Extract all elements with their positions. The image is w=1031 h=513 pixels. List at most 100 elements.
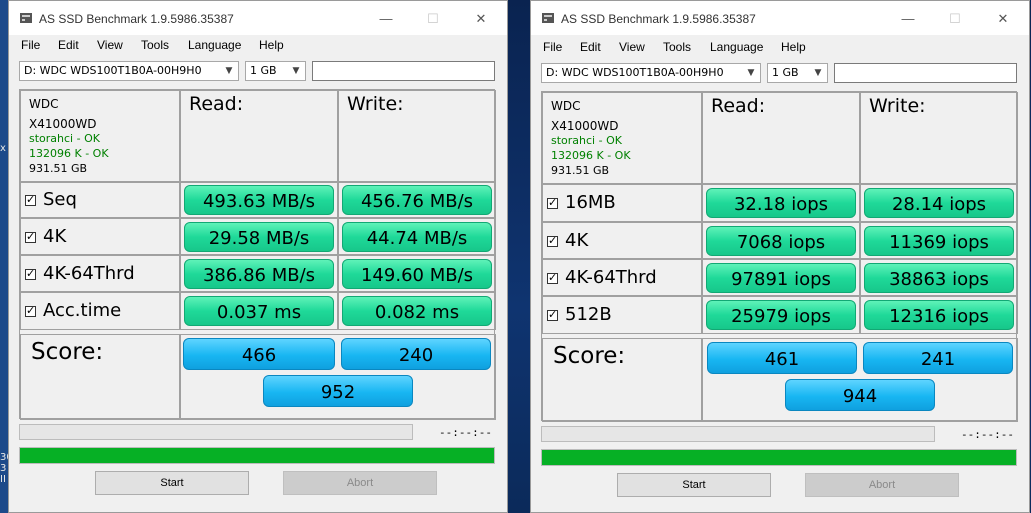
menu-view[interactable]: View [619, 40, 645, 54]
overall-progress-bar [541, 449, 1017, 466]
read-cell: 386.86 MB/s [180, 255, 338, 292]
menu-file[interactable]: File [543, 40, 562, 54]
test-progress-bar [19, 424, 413, 440]
row-label-cell: 4K [20, 218, 180, 255]
maximize-icon[interactable]: ☐ [419, 9, 447, 29]
desktop-glyph: II [0, 474, 6, 485]
read-cell: 25979 iops [702, 296, 860, 334]
row-checkbox[interactable] [25, 267, 36, 280]
write-cell: 0.082 ms [338, 292, 496, 330]
row-label: 512B [565, 304, 612, 325]
benchmark-window-mbs: AS SSD Benchmark 1.9.5986.35387 — ☐ ✕ Fi… [8, 0, 508, 513]
drive-select-value: D: WDC WDS100T1B0A-00H9H0 [24, 64, 202, 77]
alignment-status: 132096 K - OK [29, 147, 109, 160]
drive-name-input[interactable] [312, 61, 495, 81]
write-header: Write: [869, 95, 926, 117]
window-title: AS SSD Benchmark 1.9.5986.35387 [561, 12, 756, 26]
drive-model: X41000WD [29, 117, 97, 131]
size-select-value: 1 GB [250, 64, 277, 77]
size-select[interactable]: 1 GB ▼ [767, 63, 828, 83]
write-header-cell: Write: [338, 90, 496, 182]
abort-button[interactable]: Abort [805, 473, 959, 497]
abort-button[interactable]: Abort [283, 471, 437, 495]
row-label-cell: 4K [542, 222, 702, 259]
drive-name-input[interactable] [834, 63, 1017, 83]
size-select-value: 1 GB [772, 66, 799, 79]
menu-edit[interactable]: Edit [580, 40, 601, 54]
window-title: AS SSD Benchmark 1.9.5986.35387 [39, 12, 234, 26]
chevron-down-icon: ▼ [747, 68, 755, 78]
start-button[interactable]: Start [95, 471, 249, 495]
write-value: 149.60 MB/s [342, 259, 492, 289]
drive-vendor: WDC [29, 97, 59, 111]
row-label: 4K [565, 230, 589, 251]
row-checkbox[interactable] [547, 234, 558, 247]
write-header: Write: [347, 93, 404, 115]
close-icon[interactable]: ✕ [467, 9, 495, 29]
score-label-cell: Score: [542, 338, 702, 422]
row-checkbox[interactable] [547, 308, 558, 321]
read-value: 25979 iops [706, 300, 856, 330]
row-label: 4K-64Thrd [43, 263, 135, 284]
drive-capacity: 931.51 GB [551, 164, 610, 177]
close-icon[interactable]: ✕ [989, 9, 1017, 29]
elapsed-time: --:--:-- [439, 426, 492, 439]
read-value: 29.58 MB/s [184, 222, 334, 252]
menu-language[interactable]: Language [188, 38, 241, 52]
drive-capacity: 931.51 GB [29, 162, 88, 175]
write-value: 44.74 MB/s [342, 222, 492, 252]
read-header-cell: Read: [702, 92, 860, 184]
driver-status: storahci - OK [551, 134, 622, 147]
results-grid: WDC X41000WD storahci - OK 132096 K - OK… [19, 89, 496, 420]
menu-tools[interactable]: Tools [141, 38, 169, 52]
read-cell: 7068 iops [702, 222, 860, 259]
start-button[interactable]: Start [617, 473, 771, 497]
read-header: Read: [189, 93, 244, 115]
row-label: Acc.time [43, 300, 122, 321]
read-cell: 0.037 ms [180, 292, 338, 330]
benchmark-window-iops: AS SSD Benchmark 1.9.5986.35387 — ☐ ✕ Fi… [530, 0, 1030, 513]
drive-icon [20, 13, 32, 23]
menu-help[interactable]: Help [781, 40, 806, 54]
row-checkbox[interactable] [25, 304, 36, 317]
row-checkbox[interactable] [547, 271, 558, 284]
row-label: 4K [43, 226, 67, 247]
menu-edit[interactable]: Edit [58, 38, 79, 52]
read-value: 0.037 ms [184, 296, 334, 326]
menu-help[interactable]: Help [259, 38, 284, 52]
menu-view[interactable]: View [97, 38, 123, 52]
size-select[interactable]: 1 GB ▼ [245, 61, 306, 81]
minimize-icon[interactable]: — [894, 9, 922, 29]
overall-progress-bar [19, 447, 495, 464]
minimize-icon[interactable]: — [372, 9, 400, 29]
results-grid: WDC X41000WD storahci - OK 132096 K - OK… [541, 91, 1018, 422]
write-header-cell: Write: [860, 92, 1018, 184]
menu-language[interactable]: Language [710, 40, 763, 54]
row-label-cell: 4K-64Thrd [542, 259, 702, 296]
write-value: 0.082 ms [342, 296, 492, 326]
title-bar[interactable]: AS SSD Benchmark 1.9.5986.35387 — ☐ ✕ [531, 1, 1029, 35]
read-cell: 32.18 iops [702, 184, 860, 222]
row-checkbox[interactable] [25, 230, 36, 243]
row-checkbox[interactable] [25, 193, 36, 206]
read-cell: 97891 iops [702, 259, 860, 296]
drive-select-value: D: WDC WDS100T1B0A-00H9H0 [546, 66, 724, 79]
drive-select[interactable]: D: WDC WDS100T1B0A-00H9H0 ▼ [19, 61, 239, 81]
desktop-glyph: 3 [0, 463, 7, 474]
desktop-glyph: x [0, 143, 6, 154]
drive-select[interactable]: D: WDC WDS100T1B0A-00H9H0 ▼ [541, 63, 761, 83]
row-checkbox[interactable] [547, 196, 558, 209]
elapsed-time: --:--:-- [961, 428, 1014, 441]
menu-bar: File Edit View Tools Language Help [9, 35, 507, 57]
test-progress-bar [541, 426, 935, 442]
row-label-cell: Acc.time [20, 292, 180, 330]
chevron-down-icon: ▼ [814, 68, 822, 78]
chevron-down-icon: ▼ [292, 66, 300, 76]
write-cell: 11369 iops [860, 222, 1018, 259]
title-bar[interactable]: AS SSD Benchmark 1.9.5986.35387 — ☐ ✕ [9, 1, 507, 35]
maximize-icon[interactable]: ☐ [941, 9, 969, 29]
menu-tools[interactable]: Tools [663, 40, 691, 54]
score-values-cell: 466 240 952 [180, 334, 496, 420]
write-cell: 28.14 iops [860, 184, 1018, 222]
menu-file[interactable]: File [21, 38, 40, 52]
